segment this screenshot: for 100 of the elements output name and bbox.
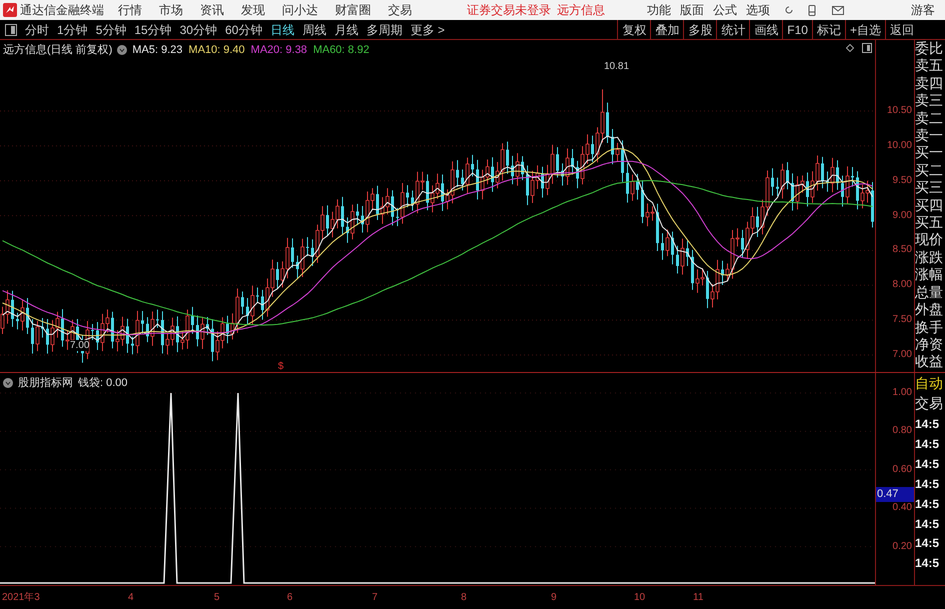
- period-tab[interactable]: 日线: [267, 20, 298, 38]
- period-tab[interactable]: 周线: [299, 20, 330, 38]
- notice-link[interactable]: 证券交易未登录: [467, 1, 551, 19]
- date-label: 9: [551, 591, 557, 605]
- quote-label: 换手: [915, 318, 944, 336]
- quote-label: 卖三: [915, 92, 944, 110]
- period-tab[interactable]: 15分钟: [131, 20, 175, 38]
- axis-label: 0.40: [892, 502, 912, 514]
- panel-toggle-icon[interactable]: [5, 24, 17, 36]
- axis-label: 8.50: [892, 244, 912, 256]
- toolbar-button[interactable]: 统计: [716, 20, 750, 40]
- trade-time: 14:5: [915, 416, 940, 433]
- period-tab[interactable]: 5分钟: [92, 20, 130, 38]
- user-label[interactable]: 游客: [911, 1, 935, 19]
- quote-label: 涨幅: [915, 266, 944, 284]
- quote-label: 买四: [915, 196, 944, 214]
- date-label: 5: [214, 591, 220, 605]
- quote-label: 卖五: [915, 57, 944, 75]
- menu-item[interactable]: 功能: [647, 1, 671, 19]
- toolbar-button[interactable]: +自选: [844, 20, 885, 40]
- axis-label: 7.50: [892, 314, 912, 326]
- current-value-badge: 0.47: [876, 487, 914, 502]
- menu-item[interactable]: 资讯: [200, 1, 224, 19]
- quote-label: 净资: [915, 336, 944, 354]
- quote-label: 卖四: [915, 74, 944, 92]
- toolbar-button[interactable]: 返回: [885, 20, 918, 40]
- diamond-icon[interactable]: [846, 44, 854, 52]
- dropdown-icon[interactable]: [117, 45, 128, 56]
- menu-item[interactable]: 公式: [713, 1, 737, 19]
- trade-time: 14:5: [915, 555, 940, 572]
- panel-toggle-icon[interactable]: [862, 43, 872, 53]
- chart-title: 远方信息(日线 前复权): [3, 42, 112, 58]
- moving-average-value: MA5: 9.23: [132, 43, 183, 58]
- axis-label: 10.00: [886, 140, 912, 152]
- menu-item[interactable]: 选项: [746, 1, 770, 19]
- axis-label: 0.60: [892, 464, 912, 476]
- date-label: 4: [128, 591, 134, 605]
- date-label: 10: [634, 591, 646, 605]
- moving-average-value: MA20: 9.38: [250, 43, 308, 58]
- quote-label: 涨跌: [915, 248, 944, 266]
- period-tab[interactable]: 多周期: [363, 20, 406, 38]
- toolbar-button[interactable]: F10: [782, 20, 812, 40]
- quote-label: 买一: [915, 144, 944, 162]
- toolbar-button[interactable]: 复权: [617, 20, 650, 40]
- moving-average-value: MA60: 8.92: [313, 43, 370, 58]
- menu-item[interactable]: 市场: [159, 1, 183, 19]
- dropdown-icon[interactable]: [3, 378, 13, 388]
- quote-label: 卖二: [915, 110, 944, 128]
- axis-label: 9.00: [892, 210, 912, 222]
- trade-time: 14:5: [915, 516, 940, 533]
- axis-label: 10.50: [886, 105, 912, 118]
- indicator-title: 股朋指标网: [18, 376, 73, 391]
- quote-label: 现价: [915, 231, 944, 249]
- trade-time: 14:5: [915, 456, 940, 473]
- low-price-label: 7.00: [70, 340, 90, 351]
- quote-label: 委比: [915, 40, 944, 58]
- period-tab[interactable]: 60分钟: [222, 20, 266, 38]
- axis-label: 0.20: [892, 540, 912, 553]
- date-label: 11: [693, 591, 704, 605]
- trade-time: 14:5: [915, 436, 940, 453]
- toolbar-button[interactable]: 画线: [749, 20, 782, 40]
- axis-label: 0.80: [892, 425, 912, 438]
- event-marker: $: [278, 360, 284, 374]
- date-label: 7: [372, 591, 378, 605]
- date-label: 8: [461, 591, 467, 605]
- menu-item[interactable]: 交易: [388, 1, 412, 19]
- axis-label: 7.00: [892, 349, 912, 362]
- notice-link[interactable]: 远方信息: [557, 1, 605, 19]
- menu-item[interactable]: 财富圈: [335, 1, 371, 19]
- toolbar-button[interactable]: 标记: [812, 20, 845, 40]
- axis-label: 9.50: [892, 174, 912, 187]
- trade-header: 交易: [915, 394, 944, 413]
- trade-header: 自动: [915, 374, 944, 393]
- toolbar-button[interactable]: 叠加: [650, 20, 684, 40]
- toolbar-button[interactable]: 多股: [683, 20, 716, 40]
- period-tab[interactable]: 1分钟: [54, 20, 91, 38]
- period-tab[interactable]: 更多 >: [407, 20, 448, 38]
- quote-label: 外盘: [915, 301, 944, 318]
- period-tab[interactable]: 30分钟: [176, 20, 220, 38]
- phone-icon[interactable]: [808, 4, 816, 16]
- app-title: 通达信金融终端: [20, 2, 105, 19]
- trade-time: 14:5: [915, 476, 940, 493]
- logo-icon: [3, 3, 17, 17]
- quote-label: 买五: [915, 214, 944, 232]
- menu-item[interactable]: 发现: [241, 1, 265, 19]
- menu-item[interactable]: 行情: [118, 1, 142, 19]
- date-label: 2021年3: [2, 591, 40, 605]
- indicator-reading: 钱袋: 0.00: [78, 376, 128, 391]
- moving-average-value: MA10: 9.40: [188, 43, 245, 58]
- period-tab[interactable]: 月线: [331, 20, 362, 38]
- period-tab[interactable]: 分时: [22, 20, 52, 38]
- refresh-icon[interactable]: [784, 5, 794, 15]
- high-price-label: 10.81: [604, 60, 630, 74]
- mail-icon[interactable]: [832, 6, 844, 14]
- quote-label: 收益: [915, 353, 944, 371]
- trade-time: 14:5: [915, 496, 940, 513]
- menu-item[interactable]: 版面: [680, 1, 704, 19]
- quote-label: 卖一: [915, 127, 944, 144]
- menu-item[interactable]: 问小达: [282, 1, 318, 19]
- quote-label: 买二: [915, 162, 944, 180]
